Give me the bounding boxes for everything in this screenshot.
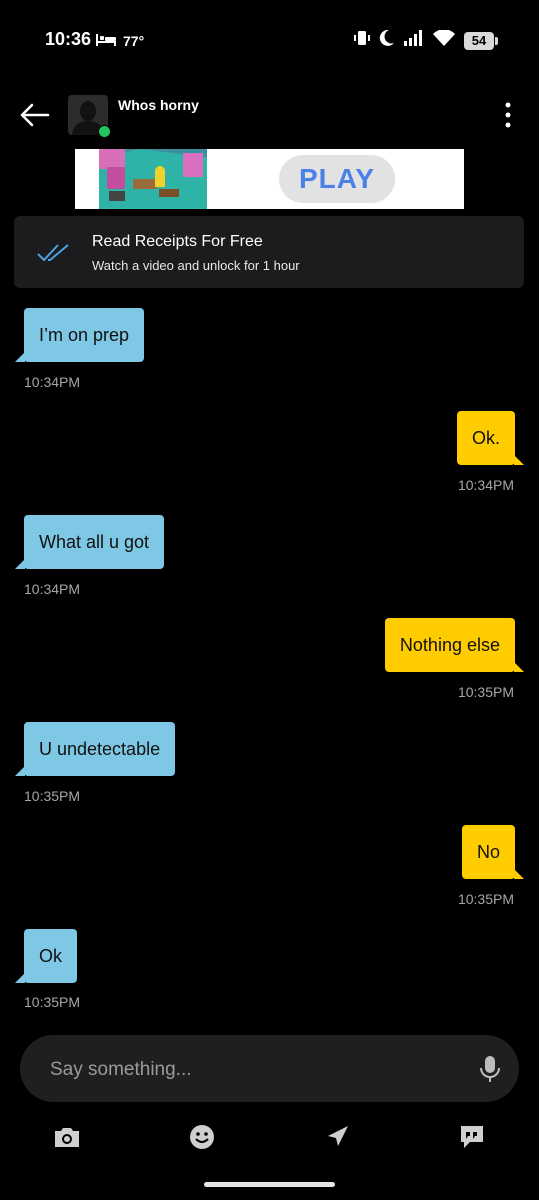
read-receipts-card[interactable]: Read Receipts For Free Watch a video and… (14, 216, 524, 288)
message-timestamp: 10:35PM (457, 891, 514, 907)
status-indicators: 54 (354, 29, 498, 52)
message-timestamp: 10:35PM (457, 684, 514, 700)
emoji-icon[interactable] (187, 1122, 217, 1152)
location-icon[interactable] (322, 1122, 352, 1152)
message-timestamp: 10:34PM (24, 581, 81, 597)
online-status-dot (98, 125, 111, 138)
message-timestamp: 10:35PM (24, 788, 81, 804)
status-time: 10:36 (45, 29, 92, 49)
message-timestamp: 10:34PM (457, 477, 514, 493)
more-options-icon[interactable] (497, 101, 519, 129)
outgoing-message-bubble[interactable]: Ok. (456, 411, 525, 465)
saved-phrases-icon[interactable] (457, 1122, 487, 1152)
profile-name[interactable]: Whos horny (118, 97, 199, 113)
read-receipts-subtitle: Watch a video and unlock for 1 hour (92, 258, 300, 273)
back-arrow-icon[interactable] (18, 100, 52, 130)
incoming-message-bubble[interactable]: U undetectable (14, 722, 176, 776)
outgoing-message-bubble[interactable]: Nothing else (384, 618, 525, 672)
double-check-icon (36, 242, 72, 269)
status-temperature: 77° (123, 33, 145, 49)
message-input[interactable] (48, 1035, 452, 1104)
chat-header: Whos horny (0, 85, 539, 145)
ad-game-image (99, 149, 207, 209)
incoming-message-bubble[interactable]: What all u got (14, 515, 165, 569)
do-not-disturb-moon-icon (379, 29, 395, 52)
camera-icon[interactable] (52, 1122, 82, 1152)
message-timestamp: 10:34PM (24, 374, 81, 390)
play-button[interactable]: PLAY (279, 155, 395, 203)
read-receipts-title: Read Receipts For Free (92, 233, 263, 250)
wifi-icon (433, 29, 455, 51)
battery-icon: 54 (464, 31, 498, 50)
message-composer (20, 1035, 519, 1104)
vibrate-icon (354, 29, 370, 52)
signal-icon (404, 30, 424, 51)
microphone-icon[interactable] (477, 1055, 503, 1083)
ad-banner[interactable]: PLAY (75, 149, 464, 209)
outgoing-message-bubble[interactable]: No (461, 825, 525, 879)
status-bar: 10:36 77° 54 (0, 0, 539, 80)
incoming-message-bubble[interactable]: Ok (14, 929, 78, 983)
battery-level: 54 (471, 33, 487, 48)
message-timestamp: 10:35PM (24, 994, 81, 1010)
incoming-message-bubble[interactable]: I’m on prep (14, 308, 145, 362)
home-indicator[interactable] (204, 1182, 335, 1187)
sleep-icon (95, 33, 117, 52)
